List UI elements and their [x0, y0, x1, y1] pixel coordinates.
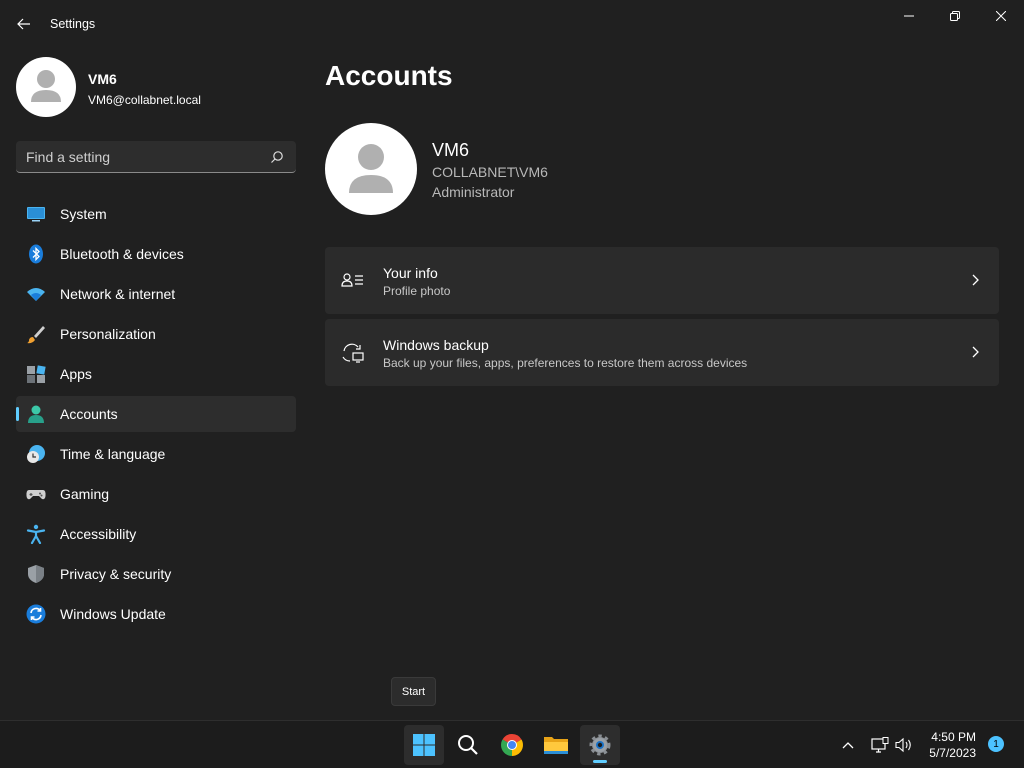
card-subtitle: Back up your files, apps, preferences to…: [383, 356, 748, 370]
chrome-button[interactable]: [492, 725, 532, 765]
volume-tray-button[interactable]: [894, 735, 914, 755]
back-button[interactable]: [10, 10, 38, 38]
chevron-right-icon: [972, 346, 979, 358]
minimize-button[interactable]: [886, 0, 932, 32]
file-explorer-icon: [544, 737, 568, 754]
start-button[interactable]: [404, 725, 444, 765]
gamepad-icon: [26, 490, 46, 500]
search-box[interactable]: [16, 141, 296, 173]
close-icon: [996, 11, 1006, 21]
sidebar-item-network[interactable]: Network & internet: [16, 276, 296, 312]
volume-icon: [895, 737, 911, 753]
user-email: VM6@collabnet.local: [88, 93, 201, 107]
active-indicator: [593, 760, 607, 763]
account-avatar: [325, 123, 417, 215]
chrome-icon: [501, 734, 523, 756]
notification-badge[interactable]: 1: [988, 736, 1004, 752]
account-name: VM6: [432, 140, 470, 160]
sidebar: VM6 VM6@collabnet.local System Bluetooth…: [0, 48, 310, 720]
user-card[interactable]: VM6 VM6@collabnet.local: [16, 57, 306, 117]
apps-icon: [27, 365, 46, 383]
sidebar-item-label: Personalization: [60, 326, 156, 342]
user-name: VM6: [88, 71, 117, 87]
sidebar-item-bluetooth[interactable]: Bluetooth & devices: [16, 236, 296, 272]
clock-time[interactable]: 4:50 PM: [931, 730, 976, 744]
sidebar-item-privacy[interactable]: Privacy & security: [16, 556, 296, 592]
sidebar-item-label: Accounts: [60, 406, 118, 422]
sidebar-item-windows-update[interactable]: Windows Update: [16, 596, 296, 632]
sidebar-item-apps[interactable]: Apps: [16, 356, 296, 392]
start-icon: [413, 734, 435, 756]
minimize-icon: [904, 15, 914, 17]
card-title: Windows backup: [383, 337, 489, 353]
account-icon: [28, 405, 44, 423]
update-icon: [26, 604, 46, 624]
close-button[interactable]: [978, 0, 1024, 32]
sidebar-item-time-language[interactable]: Time & language: [16, 436, 296, 472]
sidebar-item-label: Accessibility: [60, 526, 137, 542]
avatar: [16, 57, 76, 117]
main-content: Accounts VM6 COLLABNET\VM6 Administrator…: [325, 48, 1000, 720]
page-title: Accounts: [325, 60, 453, 91]
back-arrow-icon: [17, 18, 30, 30]
sidebar-item-personalization[interactable]: Personalization: [16, 316, 296, 352]
person-icon: [349, 144, 393, 193]
sidebar-item-label: Gaming: [60, 486, 110, 502]
title-bar: Settings: [0, 0, 1024, 48]
taskbar-search-button[interactable]: [448, 725, 488, 765]
restore-button[interactable]: [932, 0, 978, 32]
clock-date[interactable]: 5/7/2023: [929, 746, 976, 760]
restore-icon: [950, 11, 960, 21]
sidebar-item-label: Network & internet: [60, 286, 176, 302]
wifi-icon: [27, 288, 45, 301]
sidebar-item-label: Privacy & security: [60, 566, 172, 582]
clock-globe-icon: [27, 445, 45, 463]
person-icon: [31, 70, 61, 102]
shield-icon: [28, 565, 44, 583]
accessibility-icon: [26, 524, 46, 544]
brush-icon: [27, 326, 45, 344]
settings-icon: [589, 734, 611, 756]
show-hidden-icons-button[interactable]: [838, 735, 858, 755]
sidebar-item-label: Apps: [60, 366, 92, 382]
sidebar-item-gaming[interactable]: Gaming: [16, 476, 296, 512]
sidebar-item-label: Bluetooth & devices: [60, 246, 184, 262]
sidebar-item-accessibility[interactable]: Accessibility: [16, 516, 296, 552]
chevron-up-icon: [842, 742, 854, 749]
sidebar-item-label: Time & language: [60, 446, 166, 462]
taskbar: 4:50 PM 5/7/2023: [0, 720, 1024, 768]
bluetooth-icon: [29, 244, 43, 264]
search-input[interactable]: [26, 141, 266, 172]
chevron-right-icon: [972, 274, 979, 286]
search-icon[interactable]: [270, 150, 284, 164]
system-icon: [27, 207, 45, 222]
account-role: Administrator: [432, 184, 515, 200]
account-domain: COLLABNET\VM6: [432, 164, 548, 180]
card-subtitle: Profile photo: [383, 284, 451, 298]
app-title: Settings: [50, 17, 96, 31]
sidebar-nav: System Bluetooth & devices Network & int…: [16, 196, 296, 636]
start-tooltip: Start: [391, 677, 436, 706]
sidebar-item-system[interactable]: System: [16, 196, 296, 232]
backup-icon: [342, 343, 364, 363]
sidebar-item-accounts[interactable]: Accounts: [16, 396, 296, 432]
network-wired-icon: [871, 737, 889, 753]
settings-button[interactable]: [580, 725, 620, 765]
person-info-icon: [341, 273, 363, 287]
windows-backup-card[interactable]: Windows backup Back up your files, apps,…: [325, 319, 999, 386]
your-info-card[interactable]: Your info Profile photo: [325, 247, 999, 314]
file-explorer-button[interactable]: [536, 725, 576, 765]
sidebar-item-label: Windows Update: [60, 606, 166, 622]
network-tray-button[interactable]: [870, 735, 890, 755]
search-icon: [458, 735, 478, 755]
sidebar-item-label: System: [60, 206, 107, 222]
card-title: Your info: [383, 265, 438, 281]
